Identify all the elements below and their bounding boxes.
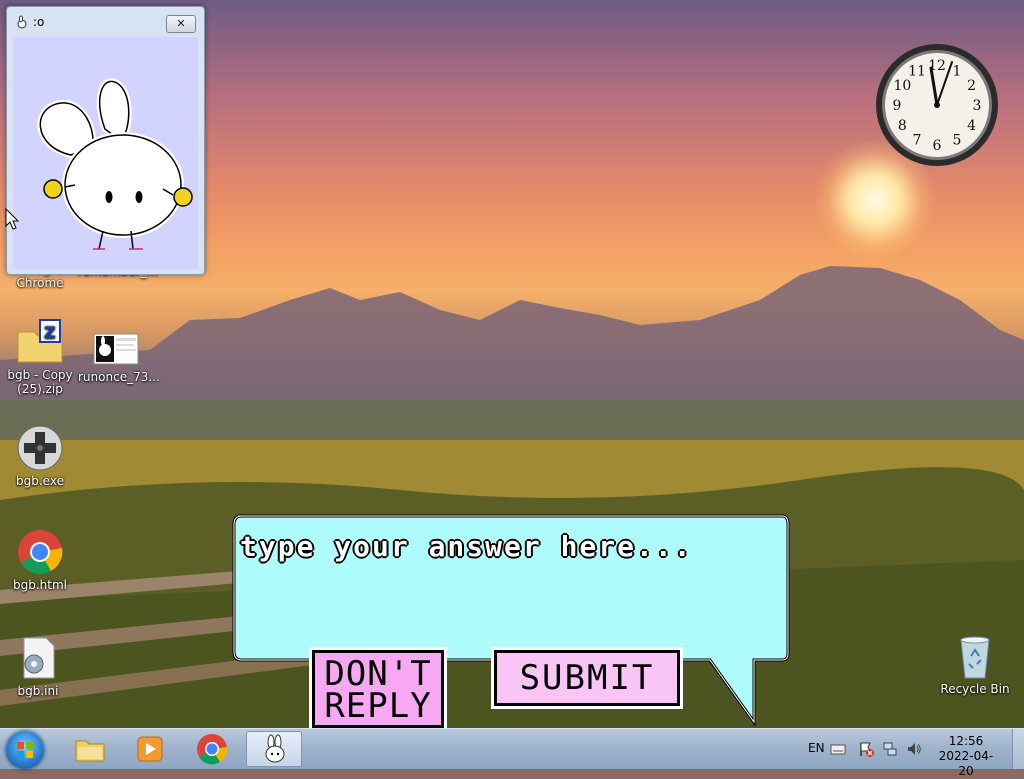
clock-numeral: 3 xyxy=(973,98,982,114)
submit-button[interactable]: SUBMIT xyxy=(494,650,680,706)
bunny-app-icon xyxy=(15,14,29,29)
desktop-icon-runonce[interactable]: runonce_73... xyxy=(78,330,160,384)
start-button[interactable] xyxy=(6,731,44,769)
taskbar-media-player[interactable] xyxy=(122,731,178,767)
chrome-icon xyxy=(16,528,64,576)
keyboard-icon[interactable] xyxy=(830,741,846,757)
clock-numeral: 5 xyxy=(953,133,962,149)
submit-label: SUBMIT xyxy=(519,658,655,698)
network-icon[interactable] xyxy=(882,741,898,757)
desktop-icon-bgb-html[interactable]: bgb.html xyxy=(2,528,78,592)
desktop-icon-bgb-exe[interactable]: bgb.exe xyxy=(2,424,78,488)
companion-window[interactable]: :o ✕ xyxy=(6,6,205,275)
analog-clock: 12 1234567891011 xyxy=(876,44,998,166)
taskbar: EN 12:56 2022-04-20 xyxy=(0,728,1024,778)
svg-text:Z: Z xyxy=(44,323,56,342)
answer-input[interactable]: type your answer here... xyxy=(240,530,693,563)
windows-logo-icon xyxy=(17,742,33,758)
clock-numeral: 11 xyxy=(908,63,926,79)
mouse-cursor-icon xyxy=(5,208,19,230)
taskbar-explorer[interactable] xyxy=(62,731,118,767)
image-file-icon xyxy=(92,330,140,366)
gamepad-icon xyxy=(16,424,64,472)
volume-icon[interactable] xyxy=(906,741,922,757)
desktop-icon-label: bgb.exe xyxy=(16,474,64,488)
clock-numeral: 9 xyxy=(893,98,902,114)
time-text: 12:56 xyxy=(948,734,984,748)
clock-numeral: 6 xyxy=(933,138,942,154)
explorer-icon xyxy=(75,740,105,762)
dont-reply-label: DON'T REPLY xyxy=(324,654,432,726)
clock-numeral: 7 xyxy=(913,133,922,149)
desktop-icon-label: runonce_73... xyxy=(78,370,160,384)
desktop-icon-label: bgb - Copy (25).zip xyxy=(7,368,73,396)
close-button[interactable]: ✕ xyxy=(166,15,196,33)
desktop-icon-label: bgb.ini xyxy=(17,684,59,698)
clock-numeral: 8 xyxy=(898,118,907,134)
dont-reply-button[interactable]: DON'T REPLY xyxy=(312,650,444,728)
clock-numeral: 1 xyxy=(953,63,962,79)
date-text: 2022-04-20 xyxy=(938,749,994,778)
clock-numeral: 10 xyxy=(893,78,911,94)
action-center-icon[interactable] xyxy=(858,741,874,757)
desktop-icon-label: Recycle Bin xyxy=(940,682,1010,696)
language-indicator[interactable]: EN xyxy=(808,741,825,755)
window-title: :o xyxy=(33,15,45,29)
taskbar-bunny-app[interactable] xyxy=(246,731,302,767)
companion-canvas xyxy=(13,37,198,269)
answer-dialog: type your answer here... DON'T REPLY SUB… xyxy=(230,512,790,728)
settings-file-icon xyxy=(14,634,62,682)
taskbar-chrome[interactable] xyxy=(184,731,240,767)
window-titlebar[interactable]: :o ✕ xyxy=(7,7,204,37)
close-icon: ✕ xyxy=(176,17,186,30)
bunny-app-icon xyxy=(265,734,285,763)
chrome-icon xyxy=(197,734,228,765)
clock-gadget[interactable]: 12 1 2 3 4 5 6 7 8 9 10 11 xyxy=(874,42,1000,168)
desktop-icon-bgb-ini[interactable]: bgb.ini xyxy=(0,634,76,698)
clock-numeral: 2 xyxy=(967,78,976,94)
zip-folder-icon: Z xyxy=(16,318,64,366)
clock-time[interactable]: 12:56 2022-04-20 xyxy=(936,734,996,779)
desktop-icon-recycle-bin[interactable]: Recycle Bin xyxy=(937,632,1013,696)
desktop-icon-label: bgb.html xyxy=(13,578,67,592)
show-desktop-button[interactable] xyxy=(1012,729,1024,769)
media-player-icon xyxy=(137,736,163,762)
clock-numeral: 4 xyxy=(967,118,976,134)
bunny-character xyxy=(37,78,193,250)
desktop-icon-bgb-zip[interactable]: Z bgb - Copy (25).zip xyxy=(2,318,78,396)
recycle-bin-icon xyxy=(951,632,999,680)
